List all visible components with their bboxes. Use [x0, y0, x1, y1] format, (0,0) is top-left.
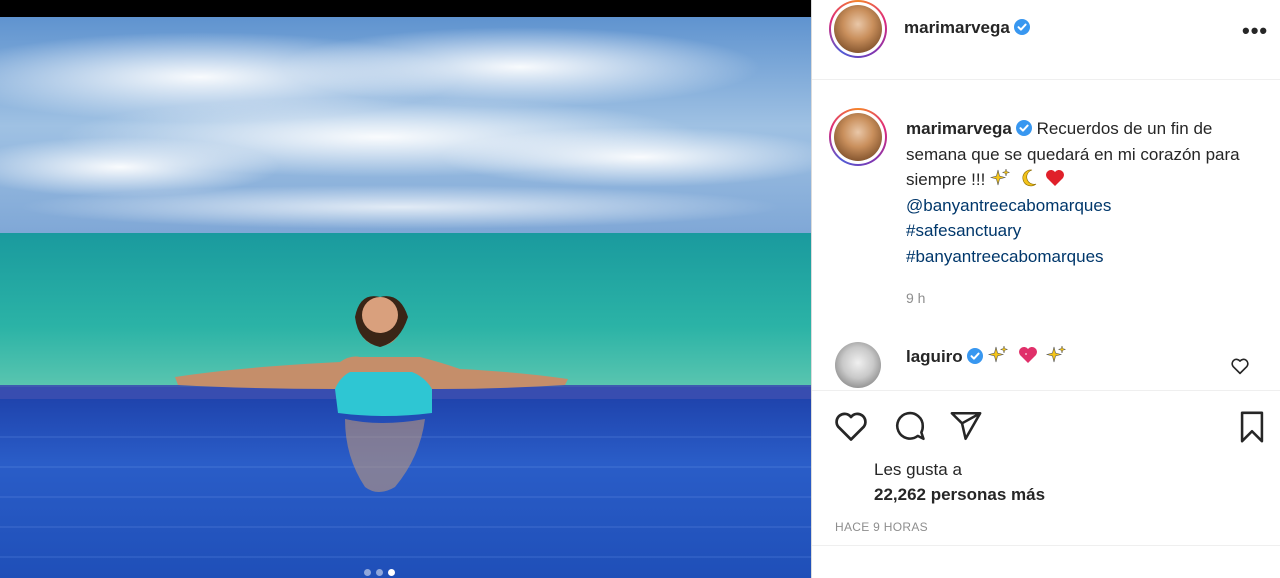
- comment: laguiro: [906, 345, 1069, 367]
- verified-icon: [1013, 19, 1030, 35]
- author-username-text[interactable]: marimarvega: [904, 18, 1010, 37]
- author-username[interactable]: marimarvega: [904, 18, 1030, 38]
- bookmark-icon[interactable]: [1235, 409, 1269, 445]
- comment-like-heart-icon[interactable]: [1230, 357, 1250, 375]
- sparkles-icon: [988, 345, 1009, 363]
- likes-text: Les gusta a: [874, 460, 962, 479]
- verified-icon: [966, 348, 983, 364]
- commenter-avatar[interactable]: [835, 342, 881, 388]
- author-avatar[interactable]: [829, 0, 887, 58]
- hashtag-link[interactable]: #safesanctuary: [906, 218, 1246, 244]
- carousel-dot[interactable]: [364, 569, 371, 576]
- carousel-dots: [364, 569, 395, 576]
- hashtag-link[interactable]: #banyantreecabomarques: [906, 244, 1246, 270]
- crescent-moon-icon: [1022, 169, 1037, 187]
- sparkles-icon: [1045, 345, 1067, 363]
- more-options-icon[interactable]: •••: [1242, 18, 1268, 44]
- verified-icon: [1015, 120, 1032, 136]
- post-photo[interactable]: [0, 17, 811, 578]
- red-heart-icon: [1045, 170, 1064, 186]
- carousel-dot[interactable]: [376, 569, 383, 576]
- share-icon[interactable]: [948, 409, 984, 443]
- likes-count[interactable]: 22,262 personas más: [874, 485, 1045, 505]
- post-time-ago[interactable]: HACE 9 HORAS: [835, 520, 928, 534]
- top-black-bar: [0, 0, 811, 17]
- post-header: marimarvega •••: [812, 0, 1280, 80]
- post-caption: marimarvega Recuerdos de un fin de seman…: [906, 116, 1246, 269]
- sparkles-icon: [990, 168, 1011, 186]
- post-side-panel: marimarvega ••• marimarvega Recuerdos de…: [812, 0, 1280, 578]
- carousel-dot-active[interactable]: [388, 569, 395, 576]
- commenter-username[interactable]: laguiro: [906, 347, 963, 366]
- caption-avatar[interactable]: [829, 108, 887, 166]
- mention-link[interactable]: @banyantreecabomarques: [906, 193, 1246, 219]
- sparkling-heart-icon: [1019, 347, 1038, 363]
- comment-icon[interactable]: [892, 409, 928, 443]
- caption-time[interactable]: 9 h: [906, 290, 925, 306]
- divider: [812, 545, 1280, 546]
- caption-username[interactable]: marimarvega: [906, 119, 1012, 138]
- post-actions: [812, 390, 1280, 578]
- pool-ocean-image: [0, 17, 811, 578]
- heart-icon[interactable]: [833, 409, 869, 443]
